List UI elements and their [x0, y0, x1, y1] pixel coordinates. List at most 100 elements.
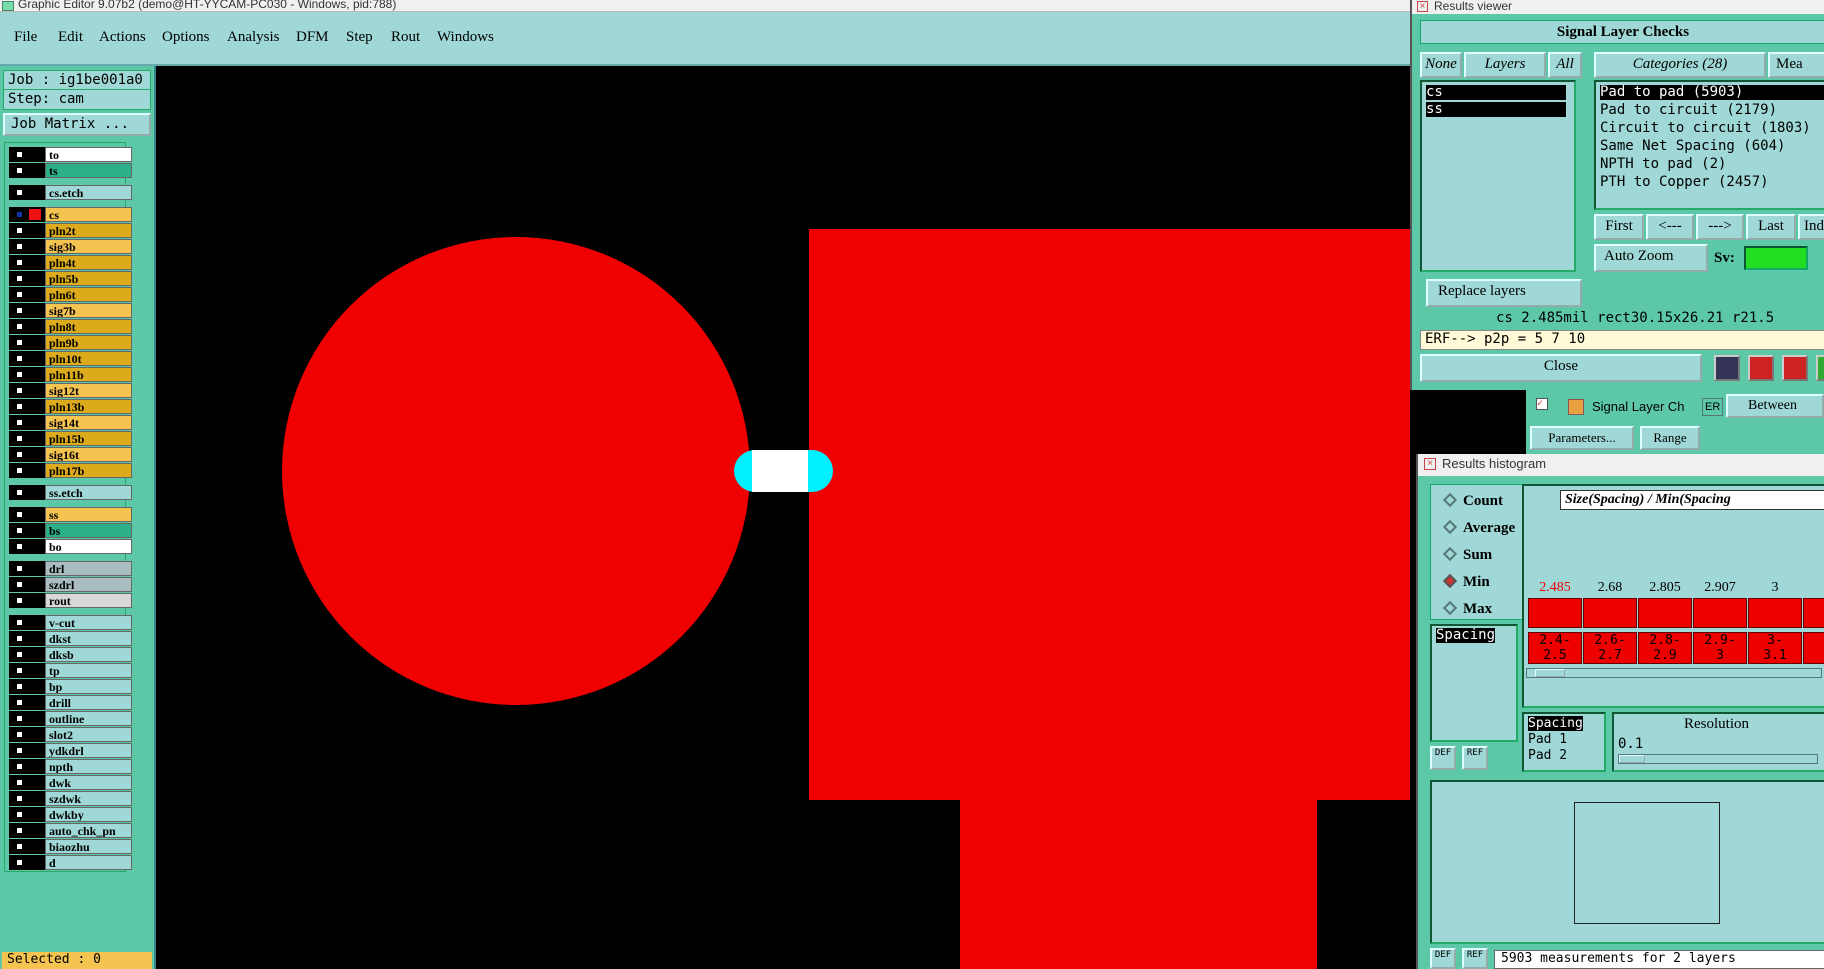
layer-checkbox[interactable]	[15, 150, 24, 159]
layer-row-d[interactable]: d	[9, 855, 132, 870]
layer-checkbox[interactable]	[15, 242, 24, 251]
layer-name[interactable]: pln11b	[45, 367, 132, 382]
mode-sum-radio[interactable]: Sum	[1442, 546, 1492, 564]
layer-checkbox[interactable]	[15, 682, 24, 691]
menu-file[interactable]: File	[14, 29, 37, 46]
layer-checkbox[interactable]	[15, 402, 24, 411]
layer-checkbox[interactable]	[15, 322, 24, 331]
mode-average-radio[interactable]: Average	[1442, 519, 1515, 537]
layer-row-rout[interactable]: rout	[9, 593, 132, 608]
layer-row-szdrl[interactable]: szdrl	[9, 577, 132, 592]
layer-row-bp[interactable]: bp	[9, 679, 132, 694]
layer-checkbox[interactable]	[15, 794, 24, 803]
layer-row-slot2[interactable]: slot2	[9, 727, 132, 742]
resolution-slider[interactable]	[1618, 754, 1818, 764]
layer-row-pln17b[interactable]: pln17b	[9, 463, 132, 478]
layer-name[interactable]: bs	[45, 523, 132, 538]
layer-name[interactable]: dkst	[45, 631, 132, 646]
layer-name[interactable]: ydkdrl	[45, 743, 132, 758]
preview-area[interactable]	[1430, 780, 1824, 944]
layer-row-pln9b[interactable]: pln9b	[9, 335, 132, 350]
layer-row-ts[interactable]: ts	[9, 163, 132, 178]
between-select[interactable]: Between	[1726, 394, 1824, 418]
layer-row-sig3b[interactable]: sig3b	[9, 239, 132, 254]
copper-region[interactable]	[809, 229, 1410, 800]
close-icon[interactable]: ×	[1424, 458, 1436, 470]
layer-row-pln8t[interactable]: pln8t	[9, 319, 132, 334]
layer-checkbox[interactable]	[15, 730, 24, 739]
layer-checkbox[interactable]	[15, 858, 24, 867]
histogram-bar[interactable]	[1583, 598, 1637, 628]
layer-checkbox[interactable]	[15, 274, 24, 283]
layer-name[interactable]: pln8t	[45, 319, 132, 334]
list-item[interactable]: Spacing	[1436, 628, 1496, 643]
categories-button[interactable]: Categories (28)	[1594, 52, 1766, 78]
histogram-bar[interactable]	[1748, 598, 1802, 628]
filter-none-button[interactable]: None	[1420, 52, 1462, 78]
layer-row-bs[interactable]: bs	[9, 523, 132, 538]
layer-checkbox[interactable]	[15, 258, 24, 267]
layer-row-pln5b[interactable]: pln5b	[9, 271, 132, 286]
layer-name[interactable]: pln15b	[45, 431, 132, 446]
layer-name[interactable]: sig16t	[45, 447, 132, 462]
layer-name[interactable]: ss.etch	[45, 485, 132, 500]
layer-row-pln6t[interactable]: pln6t	[9, 287, 132, 302]
layer-row-pln15b[interactable]: pln15b	[9, 431, 132, 446]
layer-checkbox[interactable]	[15, 510, 24, 519]
layer-name[interactable]: szdwk	[45, 791, 132, 806]
histogram-scrollbar[interactable]	[1526, 668, 1822, 678]
layer-row-v-cut[interactable]: v-cut	[9, 615, 132, 630]
delete-icon[interactable]	[1782, 355, 1808, 381]
menu-windows[interactable]: Windows	[437, 29, 494, 46]
layer-row-tp[interactable]: tp	[9, 663, 132, 678]
menu-analysis[interactable]: Analysis	[227, 29, 280, 46]
list-item[interactable]: ss	[1426, 102, 1566, 117]
layer-name[interactable]: d	[45, 855, 132, 870]
layer-checkbox[interactable]	[15, 188, 24, 197]
filter-layers-button[interactable]: Layers	[1464, 52, 1546, 78]
layer-name[interactable]: szdrl	[45, 577, 132, 592]
layer-checkbox[interactable]	[15, 466, 24, 475]
close-icon[interactable]: ×	[1417, 1, 1428, 12]
layer-row-cs[interactable]: cs	[9, 207, 132, 222]
index-button[interactable]: Inde	[1798, 214, 1824, 240]
layer-name[interactable]: dwk	[45, 775, 132, 790]
layer-row-pln13b[interactable]: pln13b	[9, 399, 132, 414]
spacing-marker[interactable]	[734, 450, 833, 492]
layer-name[interactable]: v-cut	[45, 615, 132, 630]
first-button[interactable]: First	[1594, 214, 1644, 240]
layer-checkbox[interactable]	[15, 666, 24, 675]
layer-name[interactable]: drl	[45, 561, 132, 576]
close-button[interactable]: Close	[1420, 354, 1702, 382]
layer-row-drl[interactable]: drl	[9, 561, 132, 576]
copper-trace[interactable]	[960, 800, 1317, 969]
histogram-plot[interactable]: Size(Spacing) / Min(Spacing 2.485 2.4- 2.…	[1522, 484, 1824, 708]
checkbox-icon[interactable]: ✓	[1536, 398, 1548, 410]
last-button[interactable]: Last	[1746, 214, 1796, 240]
layer-row-sig12t[interactable]: sig12t	[9, 383, 132, 398]
layer-checkbox[interactable]	[15, 306, 24, 315]
layer-name[interactable]: cs	[45, 207, 132, 222]
histogram-bar[interactable]	[1528, 598, 1582, 628]
layer-checkbox[interactable]	[15, 698, 24, 707]
layer-name[interactable]: to	[45, 147, 132, 162]
category-list[interactable]: Pad to pad (5903) Pad to circuit (2179) …	[1594, 80, 1824, 210]
layer-checkbox[interactable]	[15, 564, 24, 573]
layer-row-outline[interactable]: outline	[9, 711, 132, 726]
layer-checkbox[interactable]	[15, 542, 24, 551]
layer-name[interactable]: ts	[45, 163, 132, 178]
ref-icon[interactable]: REF	[1462, 948, 1488, 969]
layer-name[interactable]: biaozhu	[45, 839, 132, 854]
layer-row-szdwk[interactable]: szdwk	[9, 791, 132, 806]
field-list[interactable]: Spacing Pad 1 Pad 2	[1522, 712, 1606, 772]
list-item[interactable]: Pad to circuit (2179)	[1600, 103, 1777, 118]
layer-name[interactable]: rout	[45, 593, 132, 608]
pcb-view[interactable]	[156, 66, 1410, 969]
layer-row-pln11b[interactable]: pln11b	[9, 367, 132, 382]
layer-name[interactable]: outline	[45, 711, 132, 726]
layer-name[interactable]: dwkby	[45, 807, 132, 822]
graphic-canvas[interactable]	[156, 66, 1410, 969]
parameters-button[interactable]: Parameters...	[1530, 426, 1634, 450]
mode-max-radio[interactable]: Max	[1442, 600, 1492, 618]
layer-checkbox[interactable]	[15, 618, 24, 627]
